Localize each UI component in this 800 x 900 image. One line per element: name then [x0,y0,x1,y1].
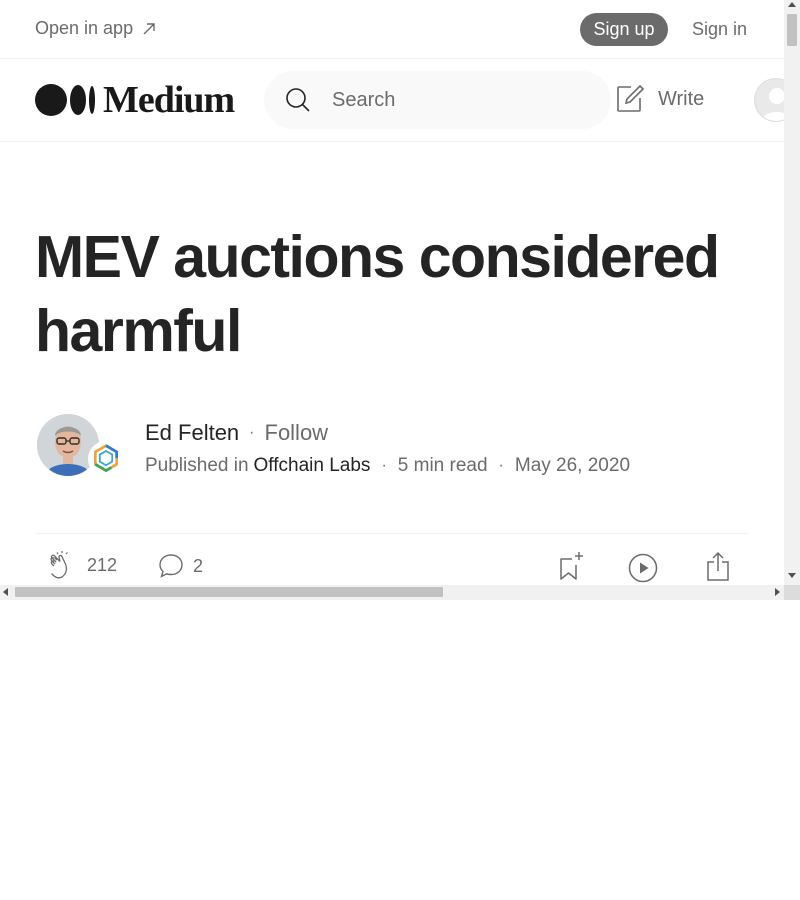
article-action-bar: 212 2 [35,548,748,586]
publication-link[interactable]: Offchain Labs [254,455,371,477]
site-header: Medium Write [0,59,798,142]
open-in-app-link[interactable]: Open in app [35,18,157,39]
medium-logo-text: Medium [103,79,235,121]
separator-dot: · [381,457,387,474]
search-icon [286,88,310,112]
separator-dot: · [249,424,255,441]
vertical-scroll-thumb[interactable] [787,14,797,46]
search-box[interactable] [264,71,611,129]
separator-dot: · [498,457,504,474]
medium-logo-mark [35,84,95,116]
scrollbar-corner [784,585,800,600]
author-line: Ed Felten · Follow [145,420,328,446]
write-link[interactable]: Write [614,83,704,115]
scroll-left-arrow[interactable] [3,588,8,596]
vertical-scrollbar[interactable] [784,0,800,585]
response-icon [159,554,183,578]
article-meta: Published in Offchain Labs · 5 min read … [145,455,630,477]
scroll-up-arrow[interactable] [788,2,796,7]
response-count: 2 [193,555,204,576]
search-input[interactable] [332,85,592,115]
offchain-labs-logo-icon [94,444,118,473]
sign-in-link[interactable]: Sign in [692,19,747,40]
scroll-right-arrow[interactable] [775,588,780,596]
divider [35,533,748,534]
sign-up-button[interactable]: Sign up [580,13,668,46]
play-icon[interactable] [627,552,659,584]
open-in-app-label: Open in app [35,18,134,38]
clap-count: 212 [87,554,118,575]
medium-logo[interactable]: Medium [35,79,235,121]
clap-icon [50,551,68,579]
published-in-label: Published in [145,455,249,476]
clap-button[interactable]: 212 [47,550,117,580]
bookmark-add-icon[interactable] [555,550,585,582]
responses-button[interactable]: 2 [157,552,203,580]
horizontal-scroll-thumb[interactable] [15,587,443,597]
arrow-up-right-icon [143,22,155,34]
publication-avatar[interactable] [88,441,124,477]
browser-viewport: Open in app Sign up Sign in Medium Searc… [0,0,800,600]
share-icon[interactable] [703,550,733,582]
follow-button[interactable]: Follow [265,420,329,446]
publish-date: May 26, 2020 [514,455,631,476]
write-icon [617,84,645,112]
write-label: Write [658,87,705,110]
horizontal-scrollbar[interactable] [0,585,784,600]
author-name-link[interactable]: Ed Felten [145,420,239,446]
scroll-down-arrow[interactable] [788,573,796,578]
read-time: 5 min read [397,455,488,476]
top-strip: Open in app Sign up Sign in [0,0,784,59]
article-title: MEV auctions considered harmful [35,224,720,364]
